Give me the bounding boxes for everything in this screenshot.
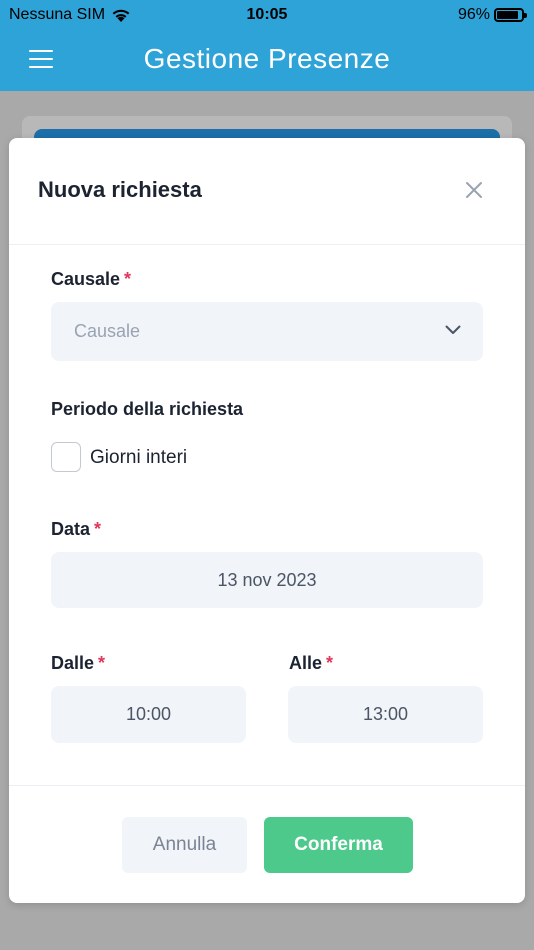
causale-label: Causale *	[51, 269, 131, 290]
dalle-label-text: Dalle	[51, 653, 95, 673]
confirm-button[interactable]: Conferma	[264, 817, 413, 873]
required-mark: *	[98, 653, 106, 673]
modal-title: Nuova richiesta	[38, 177, 202, 202]
causale-label-text: Causale	[51, 269, 121, 289]
required-mark: *	[326, 653, 334, 673]
periodo-label: Periodo della richiesta	[51, 399, 244, 419]
battery-fill	[497, 11, 519, 19]
date-field[interactable]: 13 nov 2023	[51, 552, 483, 608]
app-title: Gestione Presenze	[143, 43, 391, 74]
app-bar: Gestione Presenze	[0, 30, 534, 91]
required-mark: *	[94, 519, 102, 539]
start-time-field[interactable]: 10:00	[51, 686, 246, 743]
data-label: Data *	[51, 519, 101, 540]
status-right: 96%	[457, 6, 527, 24]
full-days-label[interactable]: Giorni interi	[90, 447, 187, 469]
modal-header: Nuova richiesta	[9, 138, 525, 245]
required-mark: *	[124, 269, 132, 289]
modal-footer-divider	[9, 785, 525, 786]
end-time-field[interactable]: 13:00	[288, 686, 483, 743]
close-icon[interactable]	[465, 181, 483, 199]
status-time: 10:05	[246, 6, 288, 23]
status-bar: Nessuna SIM 10:05 96%	[0, 0, 534, 30]
causale-select[interactable]: Causale	[51, 302, 483, 361]
full-days-checkbox[interactable]	[51, 442, 81, 472]
battery-icon	[494, 8, 527, 22]
causale-placeholder: Causale	[74, 321, 141, 341]
chevron-down-icon	[445, 325, 461, 334]
battery-percent: 96%	[457, 6, 490, 23]
alle-label: Alle *	[289, 653, 333, 674]
alle-label-text: Alle	[289, 653, 323, 673]
dalle-label: Dalle *	[51, 653, 105, 674]
data-label-text: Data	[51, 519, 91, 539]
new-request-modal: Nuova richiesta Causale * Causale Periodo…	[9, 138, 525, 903]
cancel-button[interactable]: Annulla	[122, 817, 247, 873]
